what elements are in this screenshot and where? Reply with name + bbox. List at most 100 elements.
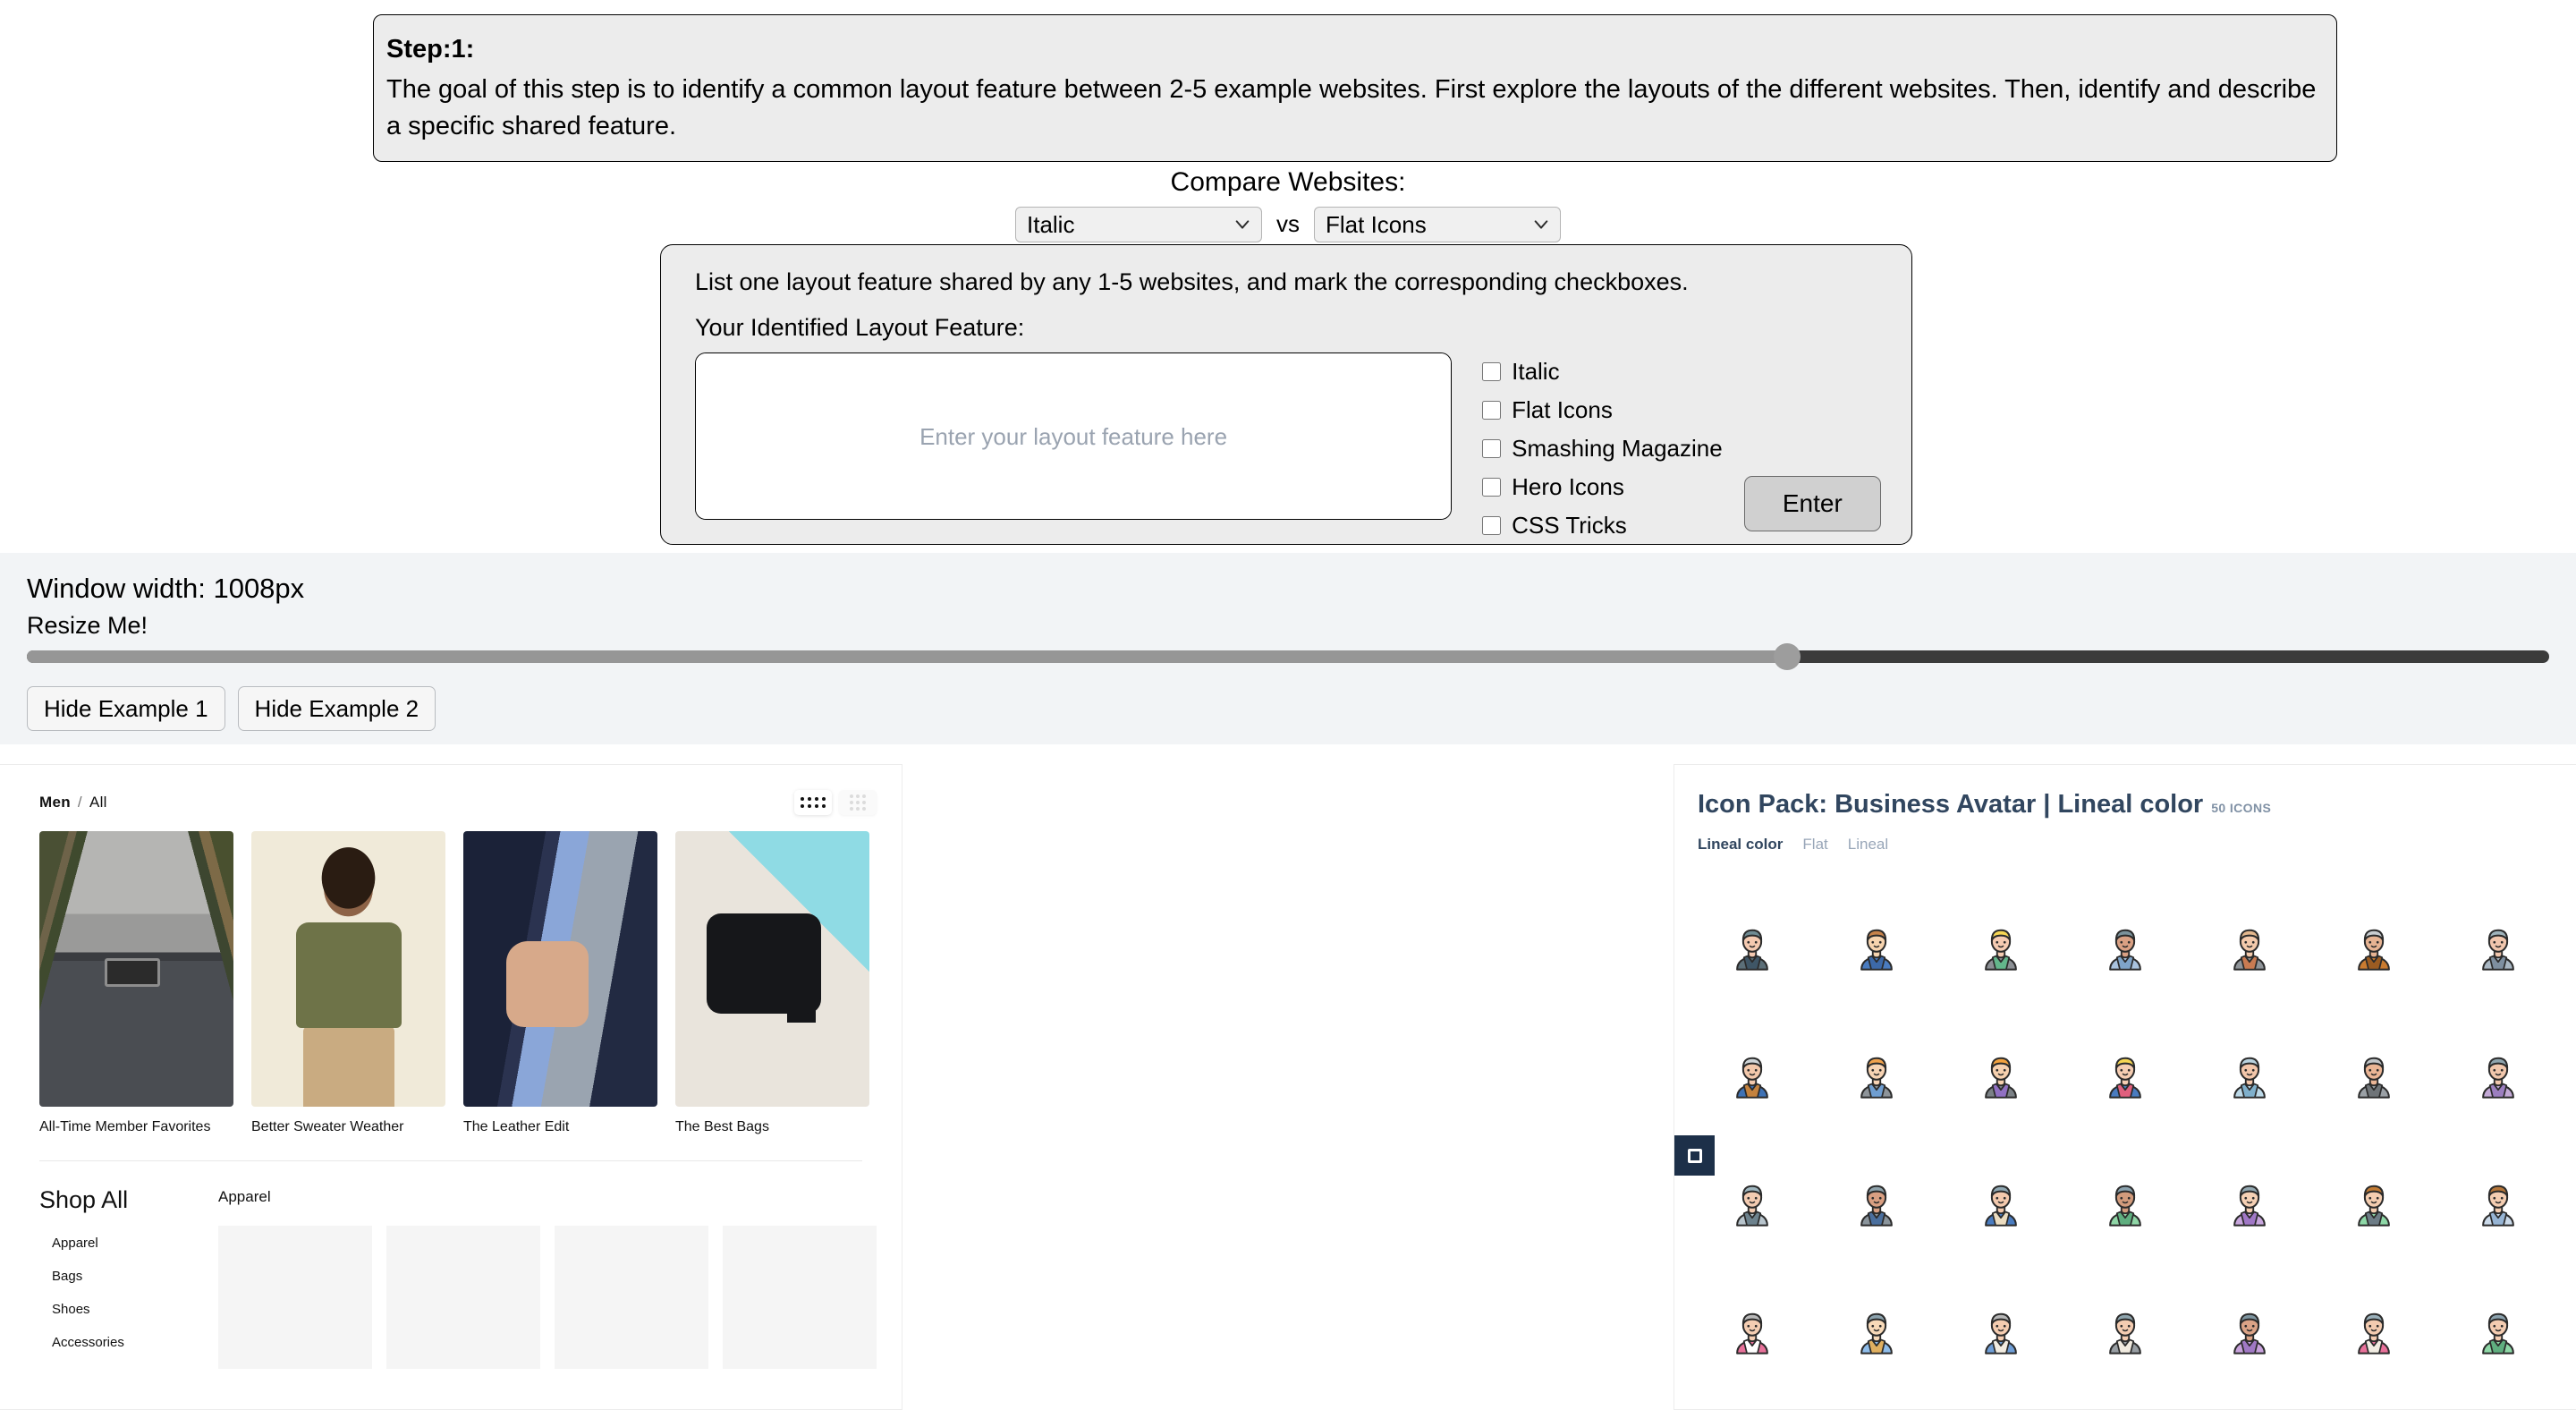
checkbox-flat-icons[interactable] — [1482, 401, 1502, 420]
promo-card-caption: Better Sweater Weather — [251, 1119, 404, 1134]
hide-example-1-button[interactable]: Hide Example 1 — [27, 686, 225, 731]
compare-title: Compare Websites: — [1170, 167, 1406, 197]
promo-card[interactable]: The Best Bags — [675, 831, 869, 1135]
grid-9-dots-icon — [850, 794, 866, 811]
shop-nav-item-bags[interactable]: Bags — [52, 1269, 218, 1284]
avatar-icon-cell[interactable] — [2063, 884, 2188, 1012]
product-tile[interactable] — [218, 1226, 372, 1369]
checkbox-italic[interactable] — [1482, 362, 1502, 381]
avatar-icon-cell[interactable] — [2311, 1140, 2436, 1268]
left-website-select-wrap: ItalicFlat IconsSmashing MagazineHero Ic… — [1015, 206, 1262, 242]
panel-prompt: List one layout feature shared by any 1-… — [695, 268, 1689, 295]
grid-9-view-toggle[interactable] — [839, 790, 877, 815]
avatar-icon-cell[interactable] — [1939, 884, 2063, 1012]
avatar-icon-cell[interactable] — [1939, 1012, 2063, 1140]
website-checkbox-list: Italic Flat Icons Smashing Magazine Hero Ic… — [1482, 352, 1723, 539]
layout-feature-input[interactable] — [695, 352, 1453, 520]
business-avatar-icon — [2357, 1312, 2390, 1355]
business-avatar-icon — [2233, 1312, 2266, 1355]
avatar-icon-cell[interactable] — [1815, 1012, 1939, 1140]
avatar-icon-cell[interactable] — [2063, 1268, 2188, 1396]
business-avatar-icon — [1736, 1185, 1769, 1227]
avatar-icon-cell[interactable] — [1690, 884, 1815, 1012]
promo-card-image — [675, 831, 869, 1107]
business-avatar-icon — [2481, 1312, 2514, 1355]
checkbox-row-hero-icons[interactable]: Hero Icons — [1482, 473, 1723, 501]
business-avatar-icon — [2357, 929, 2390, 971]
shop-nav-item-apparel[interactable]: Apparel — [52, 1236, 218, 1251]
checkbox-row-italic[interactable]: Italic — [1482, 358, 1723, 386]
shop-nav-item-accessories[interactable]: Accessories — [52, 1335, 218, 1350]
avatar-icon-cell[interactable] — [2187, 1268, 2311, 1396]
promo-card[interactable]: All-Time Member Favorites — [39, 831, 233, 1135]
business-avatar-icon — [1736, 1057, 1769, 1099]
avatar-icon-cell[interactable] — [2311, 1012, 2436, 1140]
avatar-icon-cell[interactable] — [2436, 1012, 2560, 1140]
shop-all-section: Shop All Apparel Bags Shoes Accessories App… — [0, 1161, 902, 1369]
avatar-icon-cell[interactable] — [1690, 1268, 1815, 1396]
product-tile-grid — [218, 1226, 877, 1369]
avatar-icon-cell[interactable] — [1815, 884, 1939, 1012]
avatar-icon-cell[interactable] — [2063, 1140, 2188, 1268]
avatar-icon-cell[interactable] — [2187, 1012, 2311, 1140]
avatar-icon-cell[interactable] — [1939, 1268, 2063, 1396]
checkbox-row-smashing-magazine[interactable]: Smashing Magazine — [1482, 435, 1723, 463]
avatar-icon-grid — [1674, 884, 2576, 1396]
style-tab-lineal[interactable]: Lineal — [1848, 836, 1888, 854]
breadcrumb-parent[interactable]: Men — [39, 794, 71, 811]
avatar-icon-cell[interactable] — [1815, 1268, 1939, 1396]
feature-entry-panel: List one layout feature shared by any 1-… — [660, 244, 1912, 545]
checkbox-hero-icons[interactable] — [1482, 478, 1502, 497]
shop-category-nav: Apparel Bags Shoes Accessories — [39, 1236, 218, 1350]
hide-example-2-button[interactable]: Hide Example 2 — [237, 686, 436, 731]
icon-style-tabs: Lineal color Flat Lineal — [1698, 836, 2576, 854]
right-website-select[interactable]: ItalicFlat IconsSmashing MagazineHero Ic… — [1314, 206, 1561, 242]
width-slider[interactable] — [27, 643, 2549, 670]
avatar-icon-cell[interactable] — [1690, 1012, 1815, 1140]
enter-button[interactable]: Enter — [1743, 476, 1881, 531]
avatar-icon-cell[interactable] — [2063, 1012, 2188, 1140]
hide-example-buttons: Hide Example 1 Hide Example 2 — [27, 686, 2549, 731]
avatar-icon-cell[interactable] — [2436, 884, 2560, 1012]
shop-nav-item-shoes[interactable]: Shoes — [52, 1302, 218, 1317]
shop-all-content: Apparel — [218, 1186, 877, 1369]
avatar-icon-cell[interactable] — [2187, 1140, 2311, 1268]
checkbox-row-css-tricks[interactable]: CSS Tricks — [1482, 512, 1723, 539]
avatar-icon-cell[interactable] — [1939, 1140, 2063, 1268]
shop-all-sidebar: Shop All Apparel Bags Shoes Accessories — [39, 1186, 218, 1369]
avatar-icon-cell[interactable] — [2436, 1268, 2560, 1396]
checkbox-label: Hero Icons — [1512, 473, 1624, 500]
slider-thumb[interactable] — [1774, 643, 1801, 670]
checkbox-css-tricks[interactable] — [1482, 516, 1502, 535]
checkbox-label: Flat Icons — [1512, 396, 1613, 423]
square-outline-tool-button[interactable] — [1674, 1135, 1715, 1176]
checkbox-label: Italic — [1512, 358, 1560, 385]
promo-card[interactable]: Better Sweater Weather — [251, 831, 445, 1135]
promo-card-image — [251, 831, 445, 1107]
avatar-icon-cell[interactable] — [1815, 1140, 1939, 1268]
breadcrumb-separator: / — [77, 794, 82, 811]
avatar-icon-cell[interactable] — [2311, 1268, 2436, 1396]
promo-card-image — [463, 831, 657, 1107]
style-tab-flat[interactable]: Flat — [1802, 836, 1827, 854]
product-tile[interactable] — [386, 1226, 540, 1369]
icon-count-label: 50 ICONS — [2211, 801, 2272, 815]
style-tab-lineal-color[interactable]: Lineal color — [1698, 836, 1783, 854]
avatar-icon-cell[interactable] — [2187, 884, 2311, 1012]
business-avatar-icon — [2481, 1185, 2514, 1227]
promo-card[interactable]: The Leather Edit — [463, 831, 657, 1135]
example-1-frame: Men / All All-Time Member Favorites Better … — [0, 764, 902, 1410]
avatar-icon-cell[interactable] — [2311, 884, 2436, 1012]
product-tile[interactable] — [723, 1226, 877, 1369]
grid-8-dots-icon — [801, 797, 826, 808]
product-tile[interactable] — [555, 1226, 708, 1369]
business-avatar-icon — [2233, 1057, 2266, 1099]
left-website-select[interactable]: ItalicFlat IconsSmashing MagazineHero Ic… — [1015, 206, 1262, 242]
business-avatar-icon — [1860, 1312, 1894, 1355]
grid-8-view-toggle[interactable] — [794, 790, 832, 815]
compare-controls: ItalicFlat IconsSmashing MagazineHero Ic… — [0, 206, 2576, 242]
checkbox-smashing-magazine[interactable] — [1482, 439, 1502, 458]
breadcrumb-current[interactable]: All — [89, 794, 107, 811]
avatar-icon-cell[interactable] — [2436, 1140, 2560, 1268]
checkbox-row-flat-icons[interactable]: Flat Icons — [1482, 396, 1723, 424]
